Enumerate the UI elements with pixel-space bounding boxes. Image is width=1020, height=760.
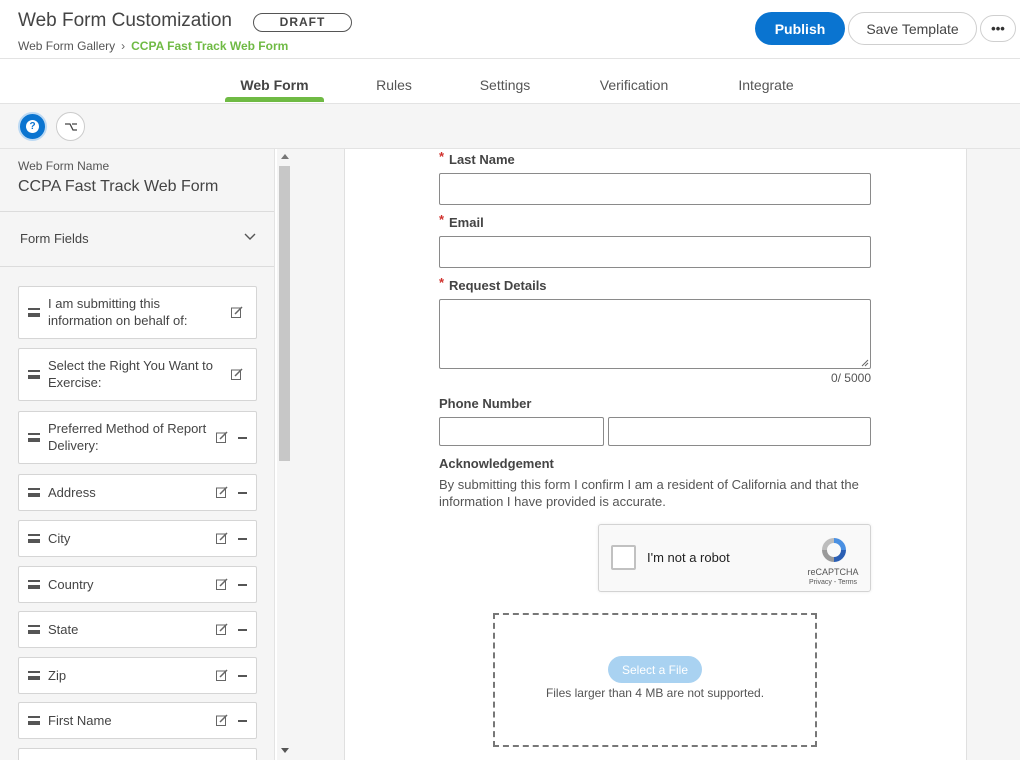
drag-handle-icon[interactable] — [28, 716, 40, 725]
breadcrumb-link-gallery[interactable]: Web Form Gallery — [18, 39, 115, 53]
resize-grip-icon[interactable] — [861, 359, 869, 367]
drag-handle-icon[interactable] — [28, 534, 40, 543]
acknowledgement-label: Acknowledgement — [439, 456, 554, 471]
field-item-right-to-exercise[interactable]: Select the Right You Want to Exercise: — [18, 348, 257, 401]
status-badge: DRAFT — [253, 13, 352, 32]
tab-verification[interactable]: Verification — [590, 59, 678, 104]
scroll-down-arrow-icon[interactable] — [281, 748, 289, 753]
phone-country-code-input[interactable] — [439, 417, 604, 446]
field-item-label: Select the Right You Want to Exercise: — [48, 358, 214, 390]
request-details-label: Request Details — [449, 278, 547, 293]
email-input[interactable] — [439, 236, 871, 268]
tab-settings[interactable]: Settings — [470, 59, 540, 104]
remove-icon[interactable] — [238, 584, 247, 586]
request-details-textarea[interactable] — [439, 299, 871, 369]
edit-icon[interactable] — [216, 714, 228, 726]
recaptcha-brand: reCAPTCHA — [807, 567, 859, 577]
edit-icon[interactable] — [216, 431, 228, 443]
drag-handle-icon[interactable] — [28, 433, 40, 442]
more-options-button[interactable]: ••• — [980, 15, 1016, 42]
divider — [0, 266, 274, 267]
character-counter: 0/ 5000 — [830, 371, 871, 385]
field-item-label: First Name — [48, 713, 112, 728]
edit-icon[interactable] — [231, 368, 243, 380]
branch-icon — [64, 123, 77, 131]
last-name-label: Last Name — [449, 152, 515, 167]
field-item-first-name[interactable]: First Name — [18, 702, 257, 739]
field-item-state[interactable]: State — [18, 611, 257, 648]
divider — [0, 211, 274, 212]
recaptcha-privacy-terms-link[interactable]: Privacy - Terms — [797, 579, 869, 586]
tab-bar: Web Form Rules Settings Verification Int… — [0, 59, 1020, 104]
field-item-label: Preferred Method of Report Delivery: — [48, 421, 207, 453]
phone-number-label: Phone Number — [439, 396, 532, 411]
branch-logic-button[interactable] — [56, 112, 85, 141]
breadcrumb-separator: › — [121, 39, 126, 53]
chevron-down-icon[interactable] — [243, 229, 257, 243]
drag-handle-icon[interactable] — [28, 580, 40, 589]
left-panel: Web Form Name CCPA Fast Track Web Form F… — [0, 149, 275, 760]
web-form-name-value[interactable]: CCPA Fast Track Web Form — [18, 178, 218, 196]
field-item-partial[interactable] — [18, 748, 257, 760]
drag-handle-icon[interactable] — [28, 671, 40, 680]
remove-icon[interactable] — [238, 538, 247, 540]
file-size-note: Files larger than 4 MB are not supported… — [545, 686, 765, 700]
required-marker: * — [439, 149, 445, 164]
recaptcha-widget: I'm not a robot reCAPTCHA Privacy - Term… — [598, 524, 871, 592]
last-name-input[interactable] — [439, 173, 871, 205]
scroll-up-arrow-icon[interactable] — [281, 154, 289, 159]
field-item-label: I am submitting this information on beha… — [48, 296, 188, 328]
select-file-button[interactable]: Select a File — [608, 656, 702, 683]
drag-handle-icon[interactable] — [28, 488, 40, 497]
recaptcha-label: I'm not a robot — [647, 550, 730, 565]
save-template-button[interactable]: Save Template — [848, 12, 977, 45]
remove-icon[interactable] — [238, 720, 247, 722]
toolbar: ? — [0, 104, 1020, 149]
top-header: Web Form Customization DRAFT Web Form Ga… — [0, 0, 1020, 59]
field-item-label: Country — [48, 577, 94, 592]
field-item-city[interactable]: City — [18, 520, 257, 557]
breadcrumb: Web Form Gallery › CCPA Fast Track Web For… — [18, 39, 288, 53]
required-marker: * — [439, 275, 445, 290]
edit-icon[interactable] — [216, 669, 228, 681]
acknowledgement-text: By submitting this form I confirm I am a… — [439, 477, 859, 509]
phone-number-input[interactable] — [608, 417, 871, 446]
page-title: Web Form Customization — [18, 10, 232, 31]
breadcrumb-current[interactable]: CCPA Fast Track Web Form — [131, 39, 288, 53]
edit-icon[interactable] — [216, 623, 228, 635]
drag-handle-icon[interactable] — [28, 370, 40, 379]
field-item-address[interactable]: Address — [18, 474, 257, 511]
field-item-on-behalf[interactable]: I am submitting this information on beha… — [18, 286, 257, 339]
field-item-label: State — [48, 622, 79, 637]
drag-handle-icon[interactable] — [28, 625, 40, 634]
edit-icon[interactable] — [216, 486, 228, 498]
tab-integrate[interactable]: Integrate — [730, 59, 802, 104]
active-tab-indicator — [225, 97, 324, 102]
field-item-label: Address — [48, 485, 96, 500]
remove-icon[interactable] — [238, 437, 247, 439]
field-item-zip[interactable]: Zip — [18, 657, 257, 694]
help-button[interactable]: ? — [18, 112, 47, 141]
question-icon: ? — [26, 120, 39, 133]
edit-icon[interactable] — [231, 306, 243, 318]
web-form-name-label: Web Form Name — [18, 159, 110, 173]
edit-icon[interactable] — [216, 532, 228, 544]
recaptcha-checkbox[interactable] — [611, 545, 636, 570]
remove-icon[interactable] — [238, 675, 247, 677]
edit-icon[interactable] — [216, 578, 228, 590]
drag-handle-icon[interactable] — [28, 308, 40, 317]
field-item-label: Zip — [48, 668, 67, 683]
form-fields-header[interactable]: Form Fields — [20, 231, 89, 246]
field-item-label: City — [48, 531, 71, 546]
recaptcha-logo-icon — [822, 538, 846, 562]
field-item-country[interactable]: Country — [18, 566, 257, 603]
publish-button[interactable]: Publish — [755, 12, 845, 45]
email-label: Email — [449, 215, 484, 230]
required-marker: * — [439, 212, 445, 227]
scrollbar-thumb[interactable] — [279, 166, 290, 461]
tab-rules[interactable]: Rules — [364, 59, 424, 104]
remove-icon[interactable] — [238, 492, 247, 494]
remove-icon[interactable] — [238, 629, 247, 631]
field-item-report-delivery[interactable]: Preferred Method of Report Delivery: — [18, 411, 257, 464]
